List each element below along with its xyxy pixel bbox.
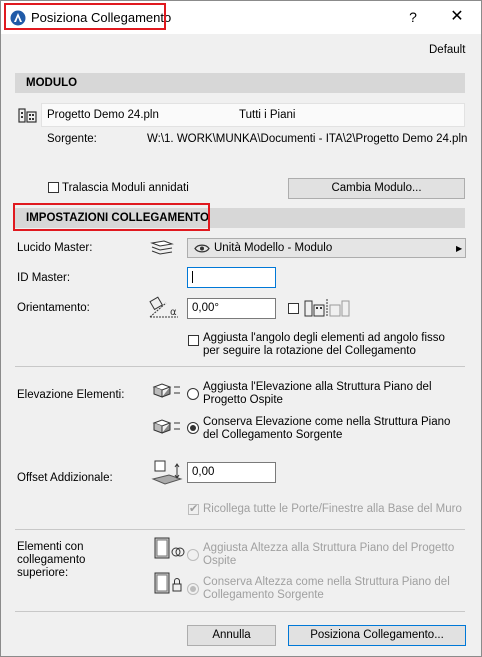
checkmark-icon: ✔ [189, 503, 199, 515]
profile-name[interactable]: Default [429, 44, 465, 57]
layer-stack-icon [150, 240, 174, 255]
adjust-angle-checkbox[interactable] [188, 335, 199, 346]
impostazioni-highlight-box [13, 203, 210, 231]
top-linked-adjust-icon [154, 537, 185, 559]
top-linked-keep-icon [154, 572, 182, 594]
top-linked-adjust-radio[interactable] [187, 549, 199, 561]
master-layer-label: Lucido Master: [17, 242, 93, 254]
reconnect-label[interactable]: Ricollega tutte le Porte/Finestre alla B… [203, 503, 462, 516]
master-id-label: ID Master: [17, 272, 71, 284]
separator-2 [15, 529, 465, 530]
eye-icon [194, 244, 210, 253]
module-floors: Tutti i Piani [239, 109, 296, 121]
cancel-button[interactable]: Annulla [187, 625, 276, 646]
elevation-keep-icon [152, 419, 180, 434]
elevation-adjust-radio[interactable] [187, 388, 199, 400]
place-link-button[interactable]: Posiziona Collegamento... [288, 625, 466, 646]
svg-text:α: α [170, 307, 177, 318]
separator-3 [15, 611, 465, 612]
change-module-button[interactable]: Cambia Modulo... [288, 178, 465, 199]
skip-nested-checkbox[interactable] [48, 182, 59, 193]
source-label: Sorgente: [47, 133, 97, 145]
master-layer-value: Unità Modello - Modulo [214, 242, 333, 254]
help-button[interactable]: ? [403, 7, 423, 27]
title-highlight-box [4, 3, 166, 30]
close-button[interactable]: ✕ [447, 7, 467, 27]
orientation-input[interactable]: 0,00° [187, 298, 276, 319]
top-linked-keep-radio[interactable] [187, 583, 199, 595]
mirror-checkbox[interactable] [288, 303, 299, 314]
adjust-angle-label[interactable]: Aggiusta l'angolo degli elementi ad ango… [203, 332, 463, 358]
title-bar: Posiziona Collegamento ? ✕ [1, 1, 481, 34]
elevation-adjust-label[interactable]: Aggiusta l'Elevazione alla Struttura Pia… [203, 381, 463, 407]
offset-input[interactable]: 0,00 [187, 462, 276, 483]
elevation-adjust-icon [152, 383, 180, 398]
master-layer-popup[interactable]: Unità Modello - Modulo ▶ [187, 238, 466, 258]
separator-1 [15, 366, 465, 367]
section-modulo: MODULO [15, 73, 465, 93]
source-path: W:\1. WORK\MUNKA\Documenti - ITA\2\Proge… [147, 133, 468, 145]
reconnect-checkbox[interactable]: ✔ [188, 503, 199, 515]
top-linked-label: Elementi con collegamento superiore: [17, 541, 86, 579]
dialog-window: Posiziona Collegamento ? ✕ Default MODUL… [0, 0, 482, 657]
elevation-label: Elevazione Elementi: [17, 389, 125, 401]
elevation-keep-radio[interactable] [187, 422, 199, 434]
module-file-name: Progetto Demo 24.pln [47, 109, 159, 121]
top-linked-keep-label[interactable]: Conserva Altezza come nella Struttura Pi… [203, 576, 468, 602]
master-id-input[interactable] [187, 267, 276, 288]
orientation-label: Orientamento: [17, 302, 90, 314]
offset-label: Offset Addizionale: [17, 472, 113, 484]
top-linked-adjust-label[interactable]: Aggiusta Altezza alla Struttura Piano de… [203, 542, 463, 568]
skip-nested-label[interactable]: Tralascia Moduli annidati [62, 182, 189, 195]
module-file-icon [18, 108, 37, 123]
offset-icon [151, 460, 183, 485]
popup-arrow-icon: ▶ [456, 244, 463, 253]
orientation-angle-icon: α [149, 296, 178, 318]
elevation-keep-label[interactable]: Conserva Elevazione come nella Struttura… [203, 416, 468, 442]
mirror-icon [304, 299, 350, 317]
text-cursor [192, 270, 193, 283]
section-modulo-title: MODULO [26, 77, 78, 89]
